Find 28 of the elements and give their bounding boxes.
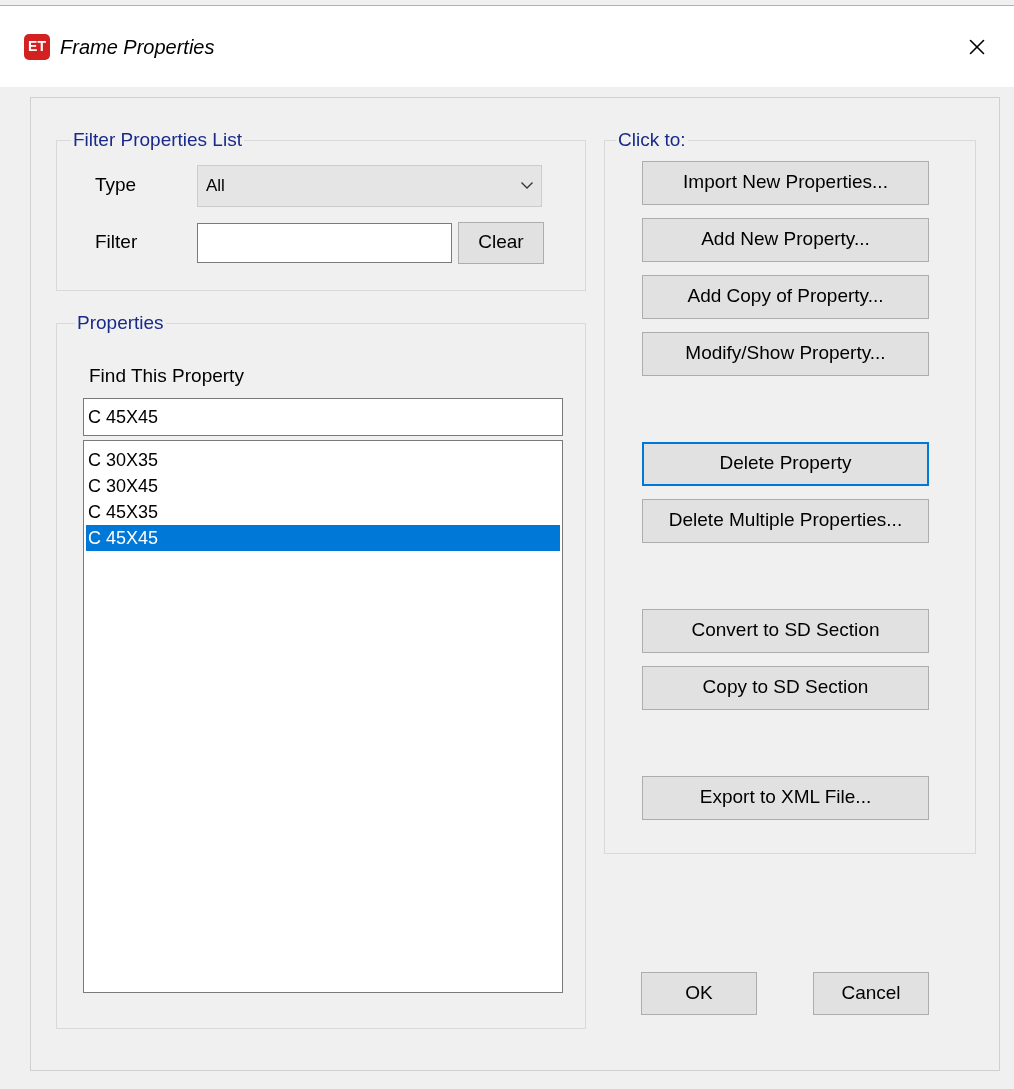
action-button[interactable]: Add Copy of Property... bbox=[642, 274, 929, 319]
action-button[interactable]: Import New Properties... bbox=[642, 160, 929, 205]
find-label: Find This Property bbox=[89, 363, 245, 388]
list-item[interactable]: C 45X45 bbox=[86, 525, 560, 551]
group-title: Properties bbox=[76, 311, 165, 335]
clear-button[interactable]: Clear bbox=[458, 221, 544, 264]
find-field[interactable]: C 45X45 bbox=[83, 398, 563, 436]
filter-field[interactable] bbox=[197, 222, 452, 263]
window-title: Frame Properties bbox=[60, 34, 215, 60]
action-button[interactable]: Modify/Show Property... bbox=[642, 331, 929, 376]
app-logo: ET bbox=[24, 33, 50, 60]
action-button[interactable]: Add New Property... bbox=[642, 217, 929, 262]
dialog-button[interactable]: OK bbox=[641, 972, 757, 1015]
dialog-button[interactable]: Cancel bbox=[813, 972, 929, 1015]
chevron-icon bbox=[521, 182, 533, 189]
group-title: Click to: bbox=[617, 128, 687, 152]
filter-label: Filter bbox=[95, 230, 139, 255]
action-button[interactable]: Delete Property bbox=[642, 441, 929, 486]
action-button[interactable]: Convert to SD Section bbox=[642, 608, 929, 653]
type-dropdown[interactable]: All bbox=[197, 164, 542, 207]
action-button[interactable]: Delete Multiple Properties... bbox=[642, 498, 929, 543]
group-title: Filter Properties List bbox=[72, 128, 243, 152]
action-button[interactable]: Copy to SD Section bbox=[642, 665, 929, 710]
action-button[interactable]: Export to XML File... bbox=[642, 775, 929, 820]
list-item[interactable]: C 30X45 bbox=[86, 473, 560, 499]
type-label: Type bbox=[95, 173, 138, 198]
list-item[interactable]: C 30X35 bbox=[86, 447, 560, 473]
list-item[interactable]: C 45X35 bbox=[86, 499, 560, 525]
